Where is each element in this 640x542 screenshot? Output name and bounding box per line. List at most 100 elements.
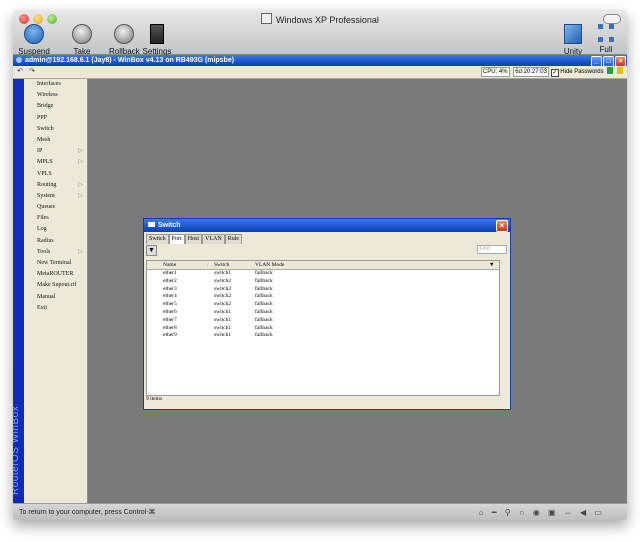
tab-switch[interactable]: Switch — [146, 234, 169, 244]
table-row[interactable]: ether7 switch1 fallback — [147, 317, 499, 325]
table-row[interactable]: ether3 switch2 fallback — [147, 286, 499, 294]
settings-button[interactable]: Settings — [142, 24, 172, 56]
menu-item-interfaces[interactable]: Interfaces — [24, 79, 87, 90]
cell-name: ether7 — [163, 316, 177, 323]
cell-vlan-mode: fallback — [255, 332, 273, 339]
cell-name: ether2 — [163, 277, 177, 284]
menu-item-label: Files — [37, 215, 49, 222]
menu-item-ip[interactable]: IP ▷ — [24, 146, 87, 157]
menu-item-label: Make Supout.rif — [37, 282, 77, 289]
table-row[interactable]: ether2 switch2 fallback — [147, 278, 499, 286]
vm-icon — [261, 13, 273, 24]
switch-close-button[interactable]: × — [496, 220, 508, 232]
menu-item-label: Interfaces — [37, 81, 61, 87]
table-row[interactable]: ether9 switch1 fallback — [147, 332, 499, 340]
table-row[interactable]: ether6 switch1 fallback — [147, 309, 499, 317]
table-row[interactable]: ether1 switch1 fallback — [147, 270, 499, 278]
unity-button[interactable]: Unity — [561, 24, 585, 56]
window-title-text: Windows XP Professional — [276, 15, 379, 25]
menu-item-label: Radius — [37, 237, 54, 244]
rollback-button[interactable]: Rollback — [109, 24, 140, 56]
return-hint: To return to your computer, press Contro… — [19, 509, 156, 516]
menu-item-wireless[interactable]: Wireless — [24, 90, 87, 101]
menu-item-manual[interactable]: Manual — [24, 292, 87, 303]
menu-item-metarouter[interactable]: MetaROUTER — [24, 269, 87, 280]
menu-item-mesh[interactable]: Mesh — [24, 135, 87, 146]
suspend-button[interactable]: Suspend — [17, 24, 51, 56]
lock-yellow-icon — [617, 67, 623, 74]
menu-item-routing[interactable]: Routing ▷ — [24, 180, 87, 191]
undo-icon[interactable]: ↶ — [15, 67, 25, 76]
device-icons[interactable]: ⌂ ━ ⚲ ∩ ◉ ▣ ⇔ ◀ ▭ — [479, 504, 605, 520]
menu-item-label: MetaROUTER — [37, 271, 74, 278]
menu-item-label: Mesh — [37, 136, 51, 143]
table-row[interactable]: ether8 switch1 fallback — [147, 325, 499, 333]
cell-vlan-mode: fallback — [255, 301, 273, 308]
menu-item-queues[interactable]: Queues — [24, 202, 87, 213]
menu-item-files[interactable]: Files — [24, 213, 87, 224]
submenu-arrow-icon: ▷ — [78, 192, 83, 199]
uptime-readout: 6d 20:27:03 — [513, 67, 549, 77]
vmware-window: Windows XP Professional Suspend Take Sna… — [13, 10, 627, 520]
tab-vlan[interactable]: VLAN — [202, 234, 225, 244]
cell-switch: switch2 — [214, 293, 232, 300]
menu-item-bridge[interactable]: Bridge — [24, 101, 87, 112]
table-row[interactable]: ether5 switch2 fallback — [147, 301, 499, 309]
menu-item-new-terminal[interactable]: New Terminal — [24, 258, 87, 269]
menu-item-label: Bridge — [37, 103, 54, 110]
cell-switch: switch2 — [214, 301, 232, 308]
menu-item-make-supout-rif[interactable]: Make Supout.rif — [24, 280, 87, 291]
winbox-toolbar: ↶ ↷ CPU: 4% 6d 20:27:03 ✓ Hide Passwords — [13, 66, 627, 79]
cell-name: ether6 — [163, 308, 177, 315]
find-input[interactable]: Find — [477, 245, 507, 254]
cell-name: ether3 — [163, 285, 177, 292]
switch-title: Switch — [158, 222, 181, 229]
hide-passwords-checkbox[interactable]: ✓ — [550, 69, 559, 77]
menu-item-radius[interactable]: Radius — [24, 236, 87, 247]
cell-vlan-mode: fallback — [255, 277, 273, 284]
window-icon — [148, 222, 155, 227]
main-menu: Interfaces Wireless Bridge PPP Switch Mesh IP ▷… — [24, 79, 88, 503]
filter-icon[interactable]: ▼ — [146, 245, 157, 256]
redo-icon[interactable]: ↷ — [27, 67, 37, 76]
snapshot-icon — [72, 24, 92, 44]
menu-item-label: PPP — [37, 114, 48, 121]
col-switch[interactable]: Switch — [214, 261, 229, 269]
cell-name: ether4 — [163, 293, 177, 300]
menu-item-label: Manual — [37, 293, 56, 300]
table-row[interactable]: ether4 switch2 fallback — [147, 293, 499, 301]
brand-strip: RouterOS WinBox — [13, 79, 24, 503]
menu-item-exit[interactable]: Exit — [24, 303, 87, 314]
cell-name: ether8 — [163, 324, 177, 331]
submenu-arrow-icon: ▷ — [78, 148, 83, 155]
table-body: ether1 switch1 fallback ether2 switch2 fallba… — [147, 270, 499, 340]
column-menu-icon[interactable]: ▼ — [489, 261, 494, 269]
port-table: Name / Switch VLAN Mode ▼ ether1 switch1 f… — [146, 260, 500, 396]
submenu-arrow-icon: ▷ — [78, 181, 83, 188]
tab-host[interactable]: Host — [184, 234, 203, 244]
cell-vlan-mode: fallback — [255, 308, 273, 315]
menu-item-mpls[interactable]: MPLS ▷ — [24, 157, 87, 168]
settings-icon — [150, 24, 164, 44]
cell-switch: switch1 — [214, 332, 232, 339]
winbox-icon — [16, 57, 22, 63]
cell-switch: switch1 — [214, 316, 232, 323]
menu-item-vpls[interactable]: VPLS — [24, 169, 87, 180]
hide-passwords-label: Hide Passwords — [560, 69, 604, 75]
menu-item-system[interactable]: System ▷ — [24, 191, 87, 202]
menu-item-tools[interactable]: Tools ▷ — [24, 247, 87, 258]
tab-port[interactable]: Port — [168, 234, 185, 244]
guest-desktop: admin@192.168.6.1 (Jay8) - WinBox v4.13 … — [13, 55, 627, 503]
pause-icon — [24, 24, 44, 44]
tab-rule[interactable]: Rule — [224, 234, 243, 244]
menu-item-label: MPLS — [37, 159, 53, 166]
menu-item-log[interactable]: Log — [24, 224, 87, 235]
col-name[interactable]: Name — [163, 261, 176, 269]
menu-item-switch[interactable]: Switch — [24, 124, 87, 135]
cpu-readout: CPU: 4% — [480, 67, 510, 77]
menu-item-label: IP — [37, 148, 43, 155]
menu-item-ppp[interactable]: PPP — [24, 113, 87, 124]
toolbar-toggle-button[interactable] — [603, 14, 621, 24]
switch-window: Switch × Switch Port Host VLAN Rule ▼ Find N… — [143, 218, 511, 410]
col-vlan-mode[interactable]: VLAN Mode — [255, 261, 284, 269]
